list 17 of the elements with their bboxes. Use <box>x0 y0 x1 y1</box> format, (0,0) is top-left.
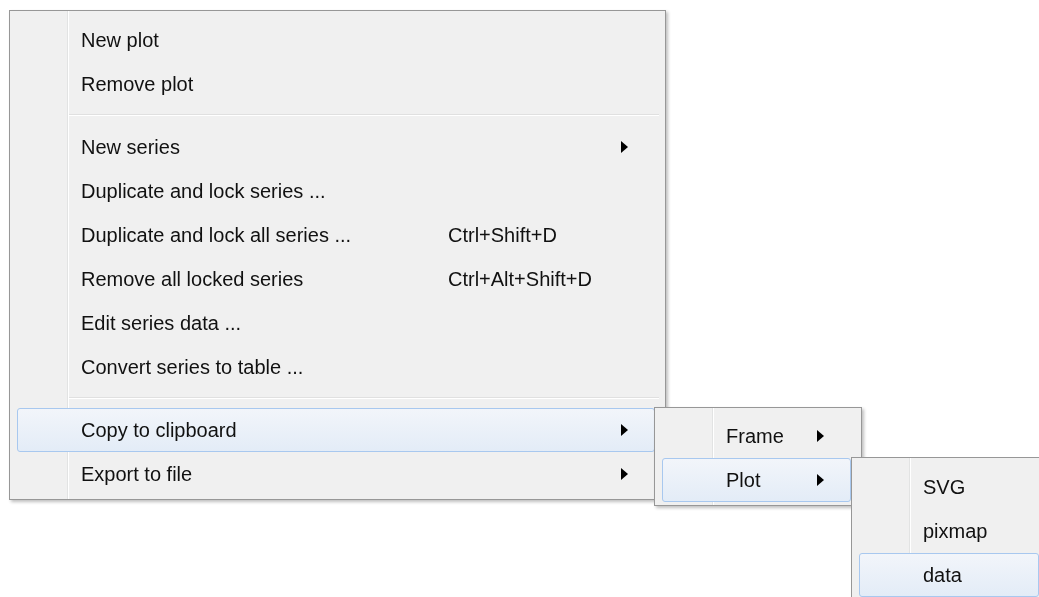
menu-item[interactable]: SVG <box>859 465 1039 509</box>
shortcut-label: Ctrl+Shift+D <box>448 223 558 247</box>
menu-item[interactable]: Plot <box>662 458 851 502</box>
menu-item[interactable]: New series <box>17 125 655 169</box>
shortcut-label: Ctrl+Alt+Shift+D <box>448 267 593 291</box>
menu-item[interactable]: data <box>859 553 1039 597</box>
menu-item[interactable]: Remove all locked series Ctrl+Alt+Shift+D <box>17 257 655 301</box>
menu-item[interactable]: New plot <box>17 18 655 62</box>
menu-item[interactable]: Duplicate and lock series ... <box>17 169 655 213</box>
menu-item[interactable]: Duplicate and lock all series ... Ctrl+Shift+D <box>17 213 655 257</box>
menu-item[interactable]: Copy to clipboard <box>17 408 655 452</box>
menu-item[interactable]: Export to file <box>17 452 655 496</box>
menu-item[interactable]: Convert series to table ... <box>17 345 655 389</box>
menu-item[interactable]: Frame <box>662 414 851 458</box>
menu-item[interactable]: Remove plot <box>17 62 655 106</box>
menu-item[interactable]: Edit series data ... <box>17 301 655 345</box>
menu-item[interactable]: pixmap <box>859 509 1039 553</box>
